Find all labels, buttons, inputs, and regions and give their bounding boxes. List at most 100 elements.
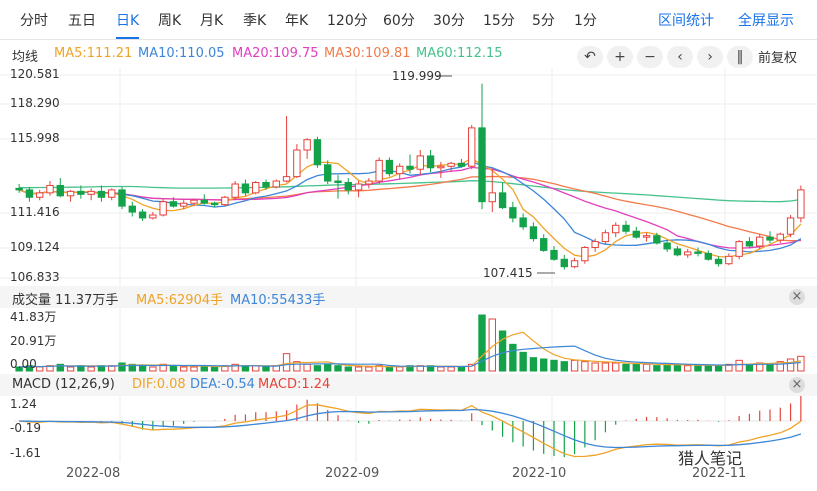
volume-tick: 41.83万 (10, 310, 57, 324)
volume-ma5-line (19, 331, 801, 368)
candle-body (324, 164, 332, 182)
candle-body (180, 202, 188, 207)
candle-body (334, 180, 342, 184)
volume-bar (529, 357, 538, 372)
volume-bar (385, 366, 394, 372)
ma60-line (19, 180, 801, 203)
volume-bar (694, 365, 702, 372)
candle-body (488, 192, 496, 203)
price-tick: 111.416 (10, 205, 60, 219)
vol-ma5-value: MA5:62904手 (136, 293, 224, 308)
volume-ma10-line (19, 345, 801, 368)
candle-body (396, 165, 404, 175)
volume-bar (457, 366, 466, 372)
candle-body (221, 196, 229, 206)
candle-body (138, 211, 147, 219)
candle-body (200, 199, 208, 204)
dea-value: DEA:-0.54 (190, 377, 255, 392)
macd-tick: -0.19 (10, 421, 42, 435)
volume-bar (745, 363, 754, 372)
candle-body (36, 192, 44, 198)
candle-body (550, 249, 558, 260)
candle-body (108, 189, 116, 198)
price-tick: 115.998 (10, 131, 60, 145)
candle-body (684, 251, 692, 256)
volume-bar (642, 363, 651, 372)
volume-bar (313, 365, 322, 372)
dif-value: DIF:0.08 (132, 377, 186, 392)
candle-body (570, 260, 579, 268)
volume-bar (591, 362, 599, 372)
candle-body (385, 159, 394, 175)
close-macd-icon[interactable]: × (789, 377, 805, 393)
volume-bar (601, 362, 610, 372)
candle-body (375, 159, 383, 182)
candle-body (797, 189, 805, 219)
volume-bar (210, 366, 219, 372)
candle-body (745, 241, 754, 247)
low-annotation: 107.415 (483, 266, 533, 280)
candle-body (581, 246, 589, 262)
vol-ma10-value: MA10:55433手 (230, 293, 326, 308)
candle-body (354, 183, 363, 191)
volume-bar (118, 362, 126, 372)
volume-bar (437, 366, 445, 372)
candle-body (231, 183, 239, 198)
watermark: 猎人笔记 (678, 449, 743, 468)
volume-bar (447, 366, 455, 372)
volume-bar (540, 358, 548, 372)
candle-body (365, 180, 373, 185)
volume-bar (180, 366, 188, 372)
candle-body (344, 182, 352, 191)
price-tick: 106.833 (10, 270, 60, 284)
candle-body (529, 226, 538, 240)
volume-bar (36, 366, 44, 372)
candle-body (735, 241, 743, 257)
date-tick: 2022-09 (325, 466, 380, 481)
close-volume-icon[interactable]: × (789, 289, 805, 305)
candle-body (25, 189, 34, 198)
candle-body (509, 207, 517, 219)
volume-tick: 0.00 (10, 357, 37, 371)
volume-bar (704, 365, 712, 372)
candle-body (632, 230, 640, 238)
volume-bar (87, 366, 95, 372)
price-tick: 109.124 (10, 240, 60, 254)
volume-bar (498, 330, 507, 372)
candle-body (673, 248, 682, 256)
volume-bar (550, 359, 558, 372)
candle-body (87, 190, 95, 195)
candle-body (128, 205, 136, 213)
macd-tick: -1.61 (10, 446, 42, 460)
volume-bar (663, 363, 671, 372)
volume-bar (622, 363, 630, 372)
candle-body (303, 139, 311, 151)
volume-tick: 20.91万 (10, 334, 57, 348)
candle-body (159, 201, 167, 216)
candle-body (56, 184, 64, 197)
candle-body (601, 232, 610, 243)
volume-bar (735, 359, 743, 372)
volume-bar (519, 351, 527, 372)
price-tick: 120.581 (10, 67, 60, 81)
volume-bar (797, 355, 805, 372)
volume-bar (149, 366, 157, 372)
candle-body (252, 182, 260, 194)
candle-body (118, 189, 126, 207)
candle-body (591, 241, 599, 248)
volume-bar (190, 366, 198, 372)
price-tick: 118.290 (10, 96, 60, 110)
candle-body (714, 258, 723, 265)
date-tick: 2022-10 (512, 466, 567, 481)
volume-bar (365, 366, 373, 372)
volume-bar (354, 366, 363, 372)
candle-body (313, 139, 322, 166)
volume-bar (344, 366, 352, 372)
candle-body (468, 127, 476, 167)
candle-body (282, 176, 291, 182)
volume-bar (262, 366, 270, 372)
candle-body (622, 224, 630, 232)
candle-body (190, 199, 198, 204)
candle-body (457, 162, 466, 167)
volume-bar (632, 363, 640, 372)
